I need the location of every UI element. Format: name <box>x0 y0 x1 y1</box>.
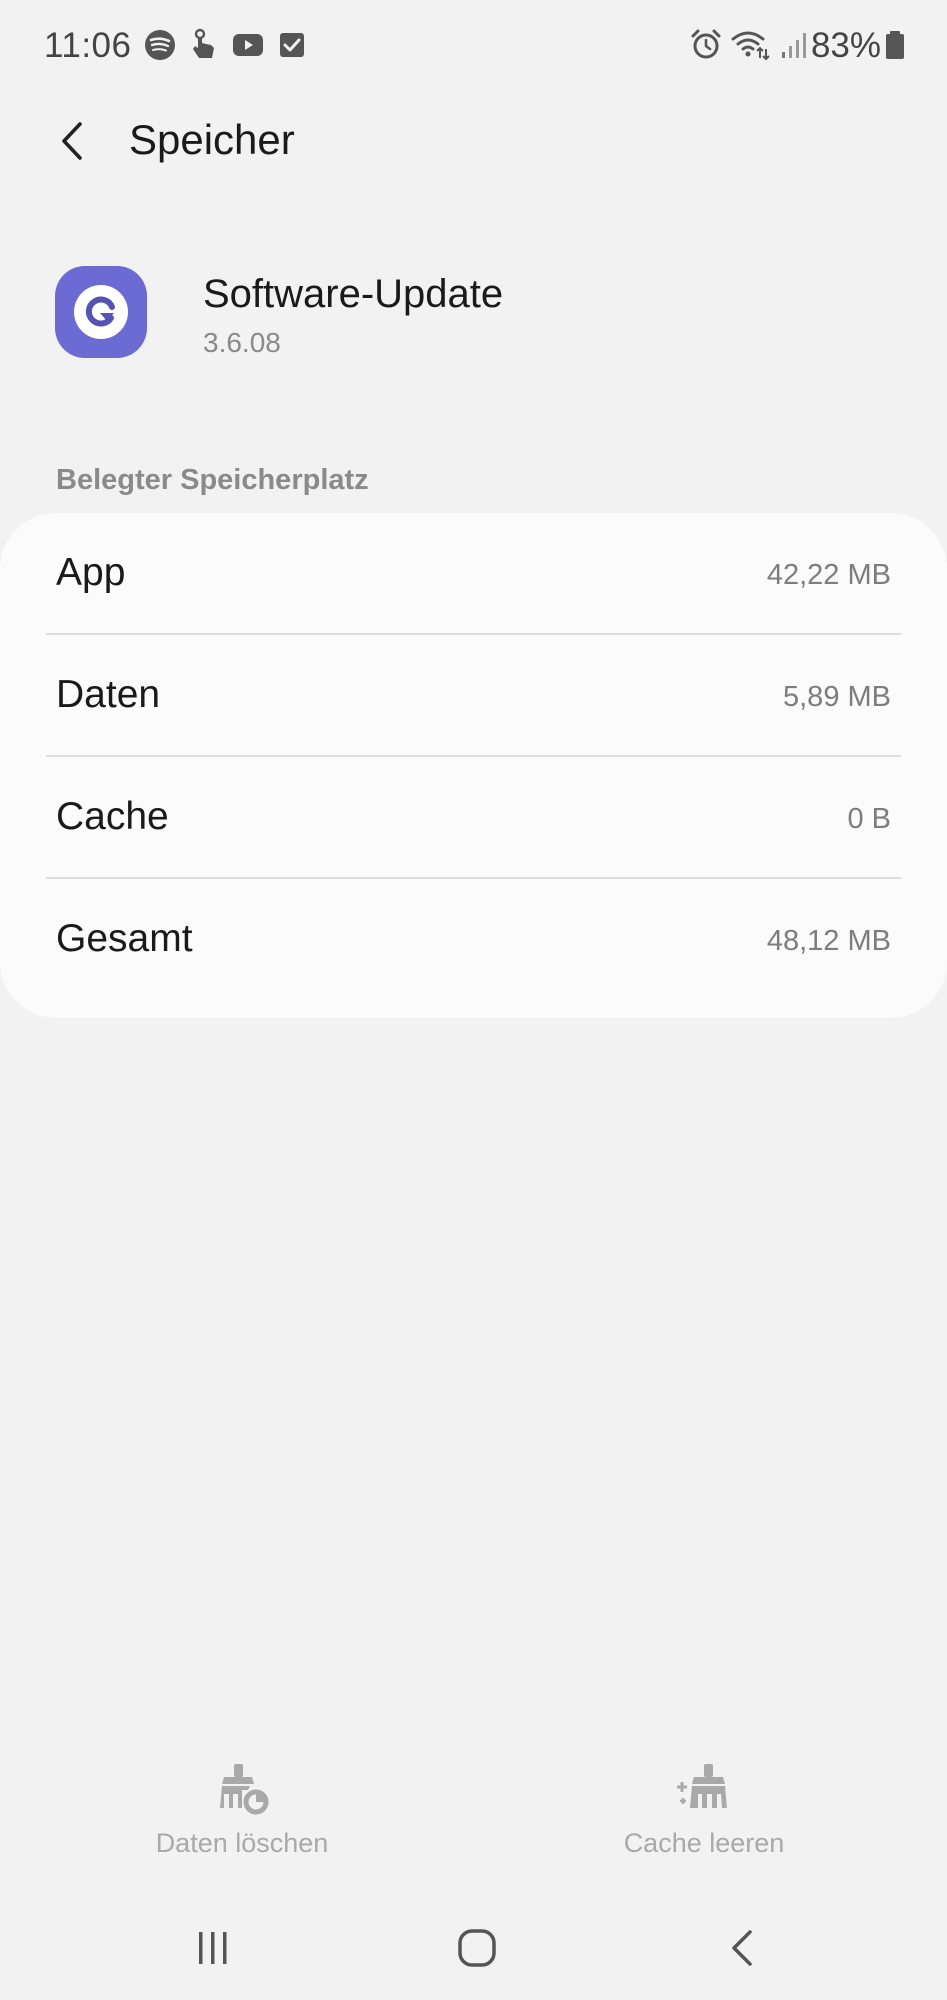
wifi-icon <box>731 31 770 61</box>
row-label: Gesamt <box>56 917 193 960</box>
youtube-icon <box>233 34 263 56</box>
storage-row-cache: Cache 0 B <box>0 757 947 879</box>
clear-cache-icon <box>677 1764 727 1808</box>
home-button[interactable] <box>432 1916 522 1980</box>
touch-gesture-icon <box>193 28 214 58</box>
back-arrow-icon <box>62 122 82 160</box>
alarm-icon <box>691 29 721 59</box>
page-title: Speicher <box>129 116 295 163</box>
screen: 11:06 83% Speicher Software-Update 3.6.0… <box>0 0 947 2000</box>
software-update-icon <box>74 285 128 339</box>
row-value: 48,12 MB <box>766 925 891 957</box>
recent-apps-icon <box>199 1932 227 1964</box>
nav-back-button[interactable] <box>697 1916 787 1980</box>
status-bar: 11:06 83% <box>0 0 947 92</box>
nav-back-icon <box>732 1930 752 1966</box>
clear-data-button[interactable]: Daten löschen <box>112 1760 372 1870</box>
checkbox-icon <box>280 33 304 57</box>
battery-icon <box>886 31 904 59</box>
storage-row-data: Daten 5,89 MB <box>0 635 947 757</box>
clear-data-label: Daten löschen <box>155 1828 329 1858</box>
storage-card: App 42,22 MB Daten 5,89 MB Cache 0 B Ges… <box>0 513 947 1018</box>
back-button[interactable] <box>40 105 104 177</box>
spotify-icon <box>145 30 175 60</box>
signal-icon <box>782 33 806 58</box>
recent-apps-button[interactable] <box>168 1916 258 1980</box>
row-label: App <box>56 551 126 594</box>
storage-row-total: Gesamt 48,12 MB <box>0 879 947 1001</box>
app-version: 3.6.08 <box>203 327 281 358</box>
row-value: 42,22 MB <box>766 559 891 591</box>
row-value: 5,89 MB <box>783 681 891 713</box>
clear-data-icon <box>220 1764 269 1815</box>
clear-cache-label: Cache leeren <box>623 1828 785 1858</box>
app-name: Software-Update <box>203 272 504 316</box>
battery-percent: 83% <box>810 26 881 65</box>
row-label: Daten <box>56 673 161 716</box>
home-icon <box>458 1929 496 1967</box>
clear-cache-button[interactable]: Cache leeren <box>574 1760 834 1870</box>
row-value: 0 B <box>847 803 891 835</box>
row-label: Cache <box>56 795 169 838</box>
status-time: 11:06 <box>44 26 132 65</box>
storage-row-app: App 42,22 MB <box>0 513 947 635</box>
app-icon <box>55 266 147 358</box>
section-header: Belegter Speicherplatz <box>56 464 369 496</box>
